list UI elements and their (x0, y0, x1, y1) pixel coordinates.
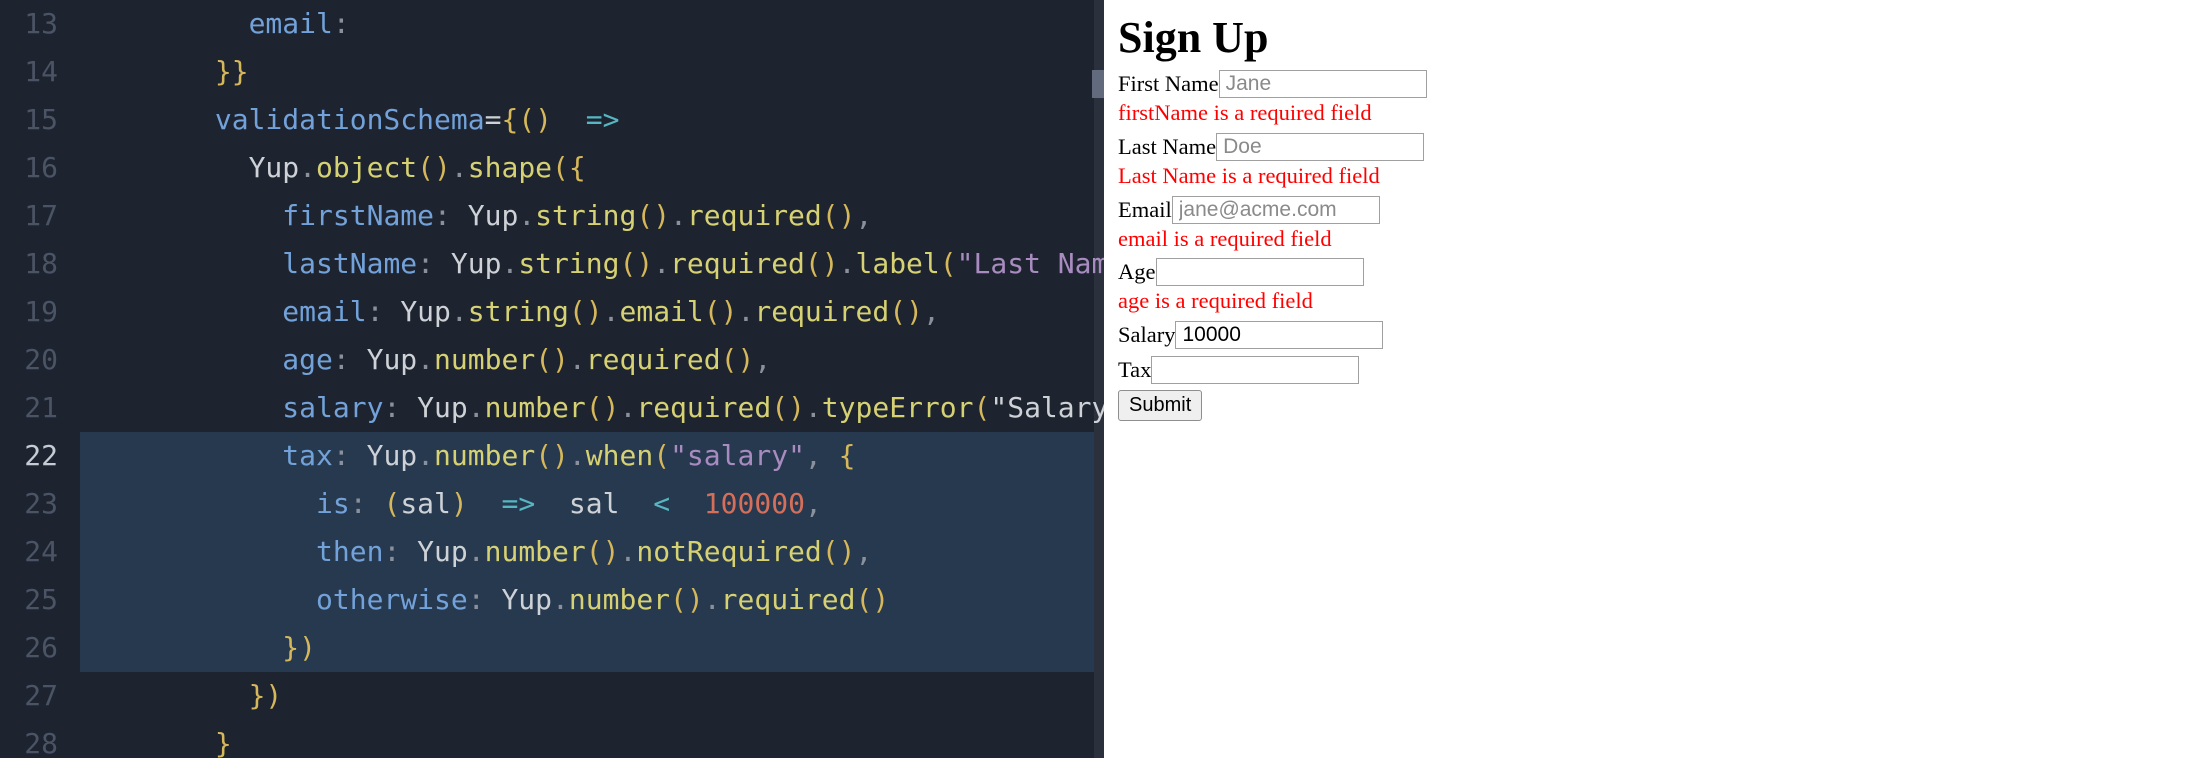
field-salary: Salary (1118, 320, 2182, 349)
input-salary[interactable] (1175, 321, 1383, 349)
code-line[interactable]: validationSchema={() => (80, 96, 1104, 144)
field-email: Email (1118, 195, 2182, 224)
line-number: 27 (0, 672, 58, 720)
label-first-name: First Name (1118, 71, 1219, 97)
code-line[interactable]: Yup.object().shape({ (80, 144, 1104, 192)
code-line[interactable]: age: Yup.number().required(), (80, 336, 1104, 384)
field-last-name: Last Name (1118, 132, 2182, 161)
code-line[interactable]: }} (80, 48, 1104, 96)
code-line[interactable]: then: Yup.number().notRequired(), (80, 528, 1104, 576)
input-tax[interactable] (1151, 356, 1359, 384)
form-heading: Sign Up (1118, 12, 2182, 63)
code-line[interactable]: lastName: Yup.string().required().label(… (80, 240, 1104, 288)
code-line[interactable]: }) (80, 672, 1104, 720)
code-line[interactable]: salary: Yup.number().required().typeErro… (80, 384, 1104, 432)
line-number: 14 (0, 48, 58, 96)
scrollbar[interactable] (1094, 0, 1104, 758)
line-number: 22 (0, 432, 58, 480)
input-last-name[interactable] (1216, 133, 1424, 161)
code-line[interactable]: is: (sal) => sal < 100000, (80, 480, 1104, 528)
field-age: Age (1118, 258, 2182, 287)
label-last-name: Last Name (1118, 134, 1216, 160)
line-number: 28 (0, 720, 58, 758)
error-email: email is a required field (1118, 226, 2182, 252)
line-number: 17 (0, 192, 58, 240)
code-line[interactable]: email: (80, 0, 1104, 48)
code-content[interactable]: email: }} validationSchema={() => Yup.ob… (80, 0, 1104, 758)
label-email: Email (1118, 197, 1172, 223)
code-line[interactable]: tax: Yup.number().when("salary", { (80, 432, 1104, 480)
input-first-name[interactable] (1219, 70, 1427, 98)
line-number: 16 (0, 144, 58, 192)
error-age: age is a required field (1118, 288, 2182, 314)
line-number: 20 (0, 336, 58, 384)
label-tax: Tax (1118, 357, 1151, 383)
line-number: 24 (0, 528, 58, 576)
field-tax: Tax (1118, 355, 2182, 384)
line-number: 18 (0, 240, 58, 288)
input-email[interactable] (1172, 196, 1380, 224)
error-last-name: Last Name is a required field (1118, 163, 2182, 189)
label-salary: Salary (1118, 322, 1175, 348)
error-first-name: firstName is a required field (1118, 100, 2182, 126)
line-number: 19 (0, 288, 58, 336)
field-first-name: First Name (1118, 69, 2182, 98)
line-number-gutter: 13 14 15 16 17 18 19 20 21 22 23 24 25 2… (0, 0, 66, 758)
line-number: 23 (0, 480, 58, 528)
code-line[interactable]: otherwise: Yup.number().required() (80, 576, 1104, 624)
label-age: Age (1118, 259, 1156, 285)
app-preview: Sign Up First Name firstName is a requir… (1104, 0, 2196, 758)
line-number: 13 (0, 0, 58, 48)
code-line[interactable]: firstName: Yup.string().required(), (80, 192, 1104, 240)
code-line[interactable]: } (80, 720, 1104, 758)
line-number: 26 (0, 624, 58, 672)
submit-button[interactable]: Submit (1118, 390, 1202, 421)
code-line[interactable]: }) (80, 624, 1104, 672)
code-line[interactable]: email: Yup.string().email().required(), (80, 288, 1104, 336)
line-number: 15 (0, 96, 58, 144)
line-number: 21 (0, 384, 58, 432)
code-editor[interactable]: 13 14 15 16 17 18 19 20 21 22 23 24 25 2… (0, 0, 1104, 758)
line-number: 25 (0, 576, 58, 624)
input-age[interactable] (1156, 258, 1364, 286)
